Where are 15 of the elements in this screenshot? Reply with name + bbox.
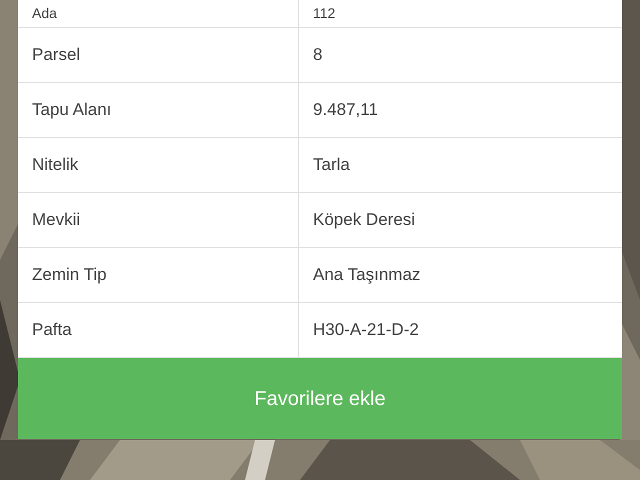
row-label: Zemin Tip [32, 264, 107, 286]
row-value: Köpek Deresi [313, 209, 416, 232]
row-label: Pafta [32, 319, 72, 342]
row-label: Mevkii [32, 209, 80, 232]
row-value: 9.487,11 [313, 99, 378, 122]
row-label: Nitelik [32, 154, 78, 176]
row-value: 8 [313, 44, 322, 66]
row-value: H30-A-21-D-2 [313, 319, 419, 342]
row-value: Ana Taşınmaz [313, 264, 420, 286]
row-value: Tarla [313, 154, 350, 176]
row-label: Ada [32, 4, 57, 23]
row-label: Parsel [32, 44, 80, 66]
add-to-favorites-button[interactable]: Favorilere ekle [18, 358, 622, 439]
row-value: 112 [313, 4, 336, 23]
row-label: Tapu Alanı [32, 99, 112, 122]
